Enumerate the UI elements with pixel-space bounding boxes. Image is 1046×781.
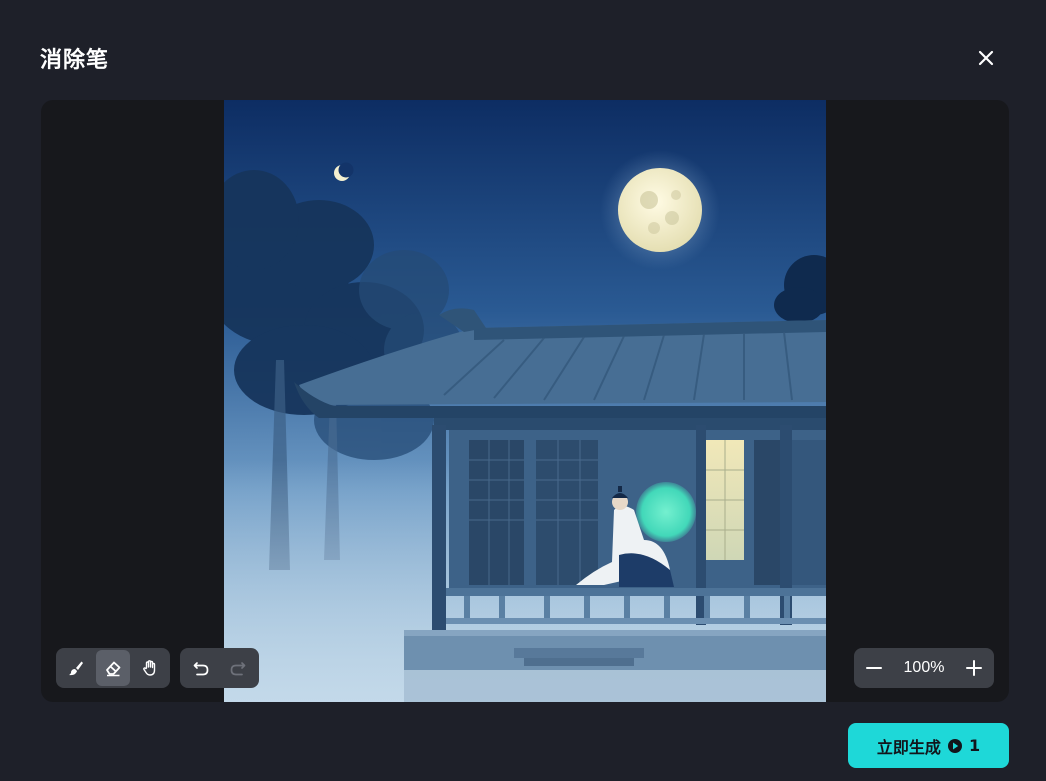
minus-icon bbox=[866, 667, 882, 669]
zoom-control: 100% bbox=[854, 648, 994, 688]
plus-icon bbox=[965, 660, 982, 676]
brush-tool-button[interactable] bbox=[59, 650, 94, 686]
eraser-tool-button[interactable] bbox=[95, 650, 131, 686]
zoom-in-button[interactable] bbox=[958, 652, 990, 684]
close-icon bbox=[978, 50, 994, 66]
zoom-out-button[interactable] bbox=[858, 652, 890, 684]
hand-tool-button[interactable] bbox=[132, 650, 167, 686]
credit-coin-icon bbox=[947, 738, 963, 754]
edited-image[interactable] bbox=[224, 100, 826, 702]
eraser-icon bbox=[106, 661, 121, 677]
undo-button[interactable] bbox=[183, 650, 219, 686]
generate-now-button[interactable]: 立即生成 1 bbox=[848, 723, 1009, 768]
generate-cost: 1 bbox=[968, 736, 981, 755]
editor-canvas[interactable]: 100% bbox=[41, 100, 1009, 702]
dialog-title: 消除笔 bbox=[40, 48, 110, 73]
hand-icon bbox=[142, 660, 155, 676]
close-button[interactable] bbox=[970, 42, 1002, 74]
zoom-level: 100% bbox=[903, 659, 945, 676]
redo-button[interactable] bbox=[221, 650, 257, 686]
generate-label: 立即生成 bbox=[876, 737, 941, 757]
redo-icon bbox=[230, 662, 246, 676]
brush-icon bbox=[69, 661, 84, 676]
history-group bbox=[180, 648, 259, 688]
undo-icon bbox=[193, 662, 209, 676]
tool-group bbox=[56, 648, 170, 688]
